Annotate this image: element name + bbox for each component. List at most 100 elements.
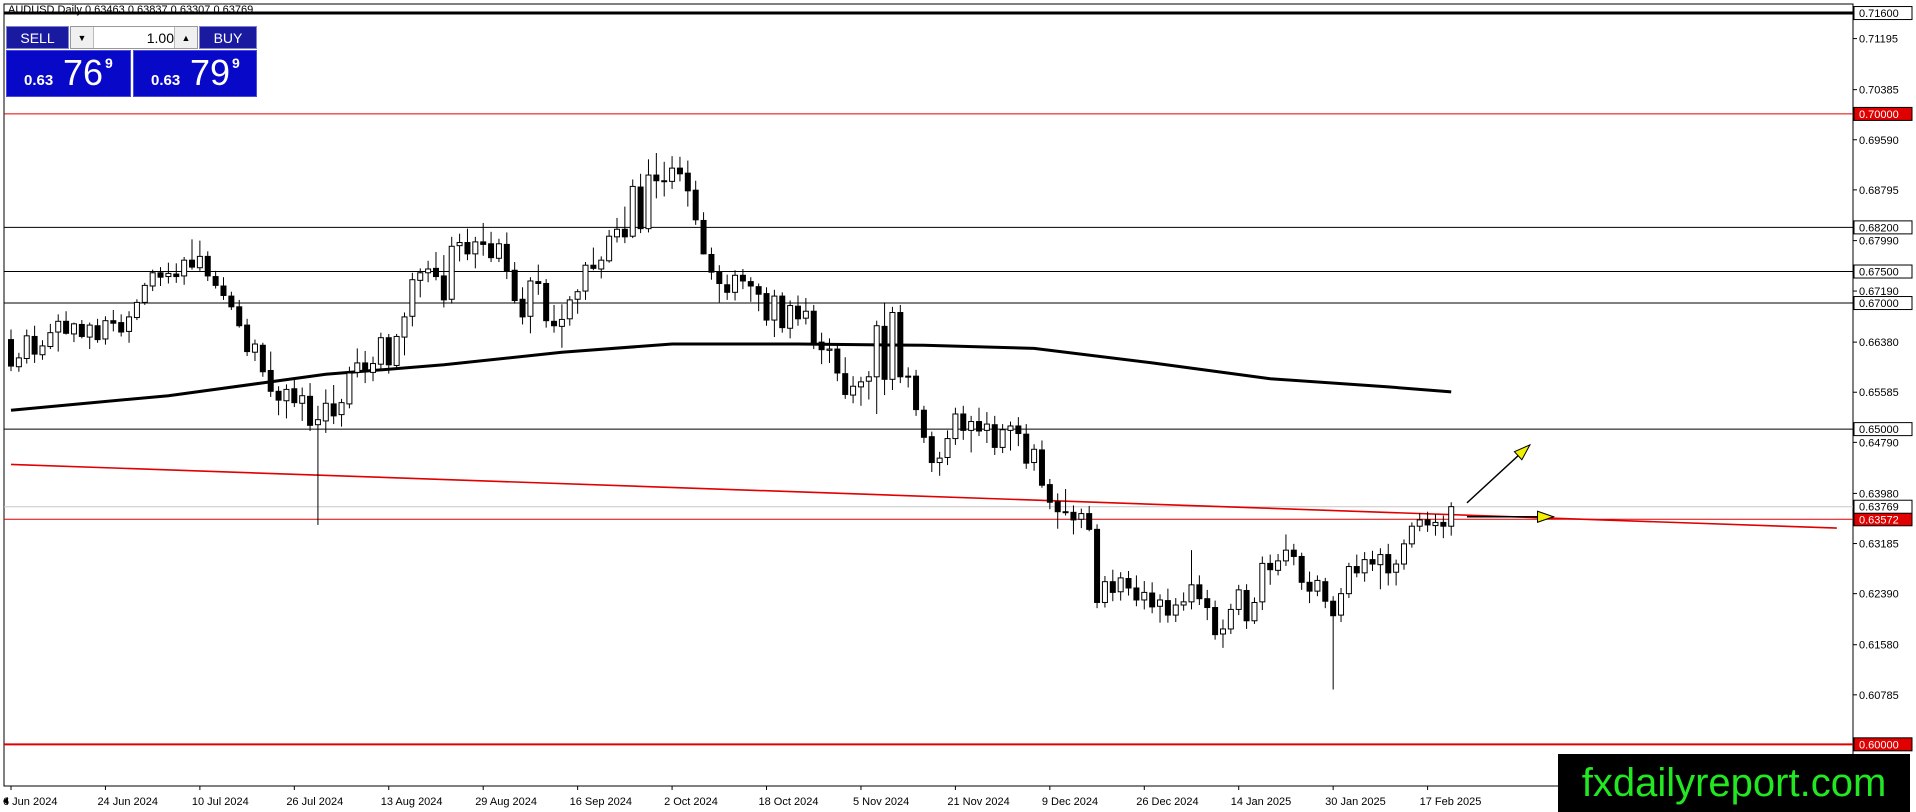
sell-price-display[interactable]: 0.63 76 9 — [6, 50, 131, 97]
candle-body — [488, 243, 495, 259]
candle — [165, 262, 172, 284]
candle-body — [999, 429, 1006, 448]
candle — [779, 292, 786, 333]
level-label: 0.63572 — [1859, 514, 1899, 526]
candle-body — [1054, 501, 1061, 513]
candle-body — [857, 381, 864, 388]
buy-button[interactable]: BUY — [199, 26, 257, 49]
candle-body — [873, 325, 880, 378]
y-tick-label: 0.67990 — [1859, 236, 1899, 248]
candle-body — [1424, 519, 1431, 526]
watermark-logo: fxdailyreport.com — [1558, 754, 1910, 812]
trendline-layer — [10, 463, 1837, 529]
candle — [322, 389, 329, 433]
candle — [102, 316, 109, 345]
candle-body — [362, 362, 369, 373]
candle — [1180, 592, 1187, 611]
candle-body — [755, 286, 762, 295]
candle-body — [834, 348, 841, 374]
candle-body — [330, 403, 337, 417]
lot-size-input[interactable] — [94, 28, 178, 47]
candle — [118, 314, 125, 337]
candle-body — [787, 305, 794, 329]
candle — [842, 357, 849, 399]
candle-body — [613, 228, 620, 238]
lot-increase-icon[interactable]: ▲ — [174, 27, 197, 48]
candle — [669, 156, 676, 189]
candle-body — [1031, 448, 1038, 464]
candle-body — [1393, 563, 1400, 573]
candle — [1219, 619, 1226, 648]
candle — [913, 369, 920, 416]
level-label: 0.65000 — [1859, 424, 1899, 436]
candle-body — [1219, 628, 1226, 635]
candle — [1353, 554, 1360, 578]
candle — [590, 247, 597, 271]
candle-body — [1007, 425, 1014, 431]
candle-body — [31, 335, 38, 355]
candle — [1377, 548, 1384, 590]
candle — [732, 270, 739, 301]
x-tick-label: 16 Sep 2024 — [570, 796, 632, 808]
candle — [889, 306, 896, 391]
candle — [189, 239, 196, 270]
sell-button[interactable]: SELL — [6, 26, 69, 49]
lot-decrease-icon[interactable]: ▼ — [71, 27, 94, 48]
candle-body — [503, 243, 510, 272]
candle — [1408, 522, 1415, 548]
candle-body — [448, 245, 455, 300]
candle — [55, 314, 62, 352]
candle-body — [818, 341, 825, 351]
candle — [1038, 440, 1045, 488]
candle-body — [1125, 578, 1132, 589]
candle-body — [472, 241, 479, 255]
candle-body — [865, 376, 872, 382]
candle — [1141, 581, 1148, 610]
candle-body — [598, 259, 605, 270]
y-tick-label: 0.63980 — [1859, 488, 1899, 500]
y-tick-label: 0.65585 — [1859, 387, 1899, 399]
candle — [346, 366, 353, 409]
candle-body — [432, 267, 439, 278]
candle-body — [1157, 599, 1164, 607]
candle-body — [425, 268, 432, 274]
x-tick-label: 17 Feb 2025 — [1420, 796, 1482, 808]
candle — [1062, 489, 1069, 516]
candle — [519, 287, 526, 325]
candle-body — [1212, 607, 1219, 636]
candle — [141, 282, 148, 305]
price-chart[interactable]: 0.71600 0.71195 0.70385 0.69590 0.68795 0.679… — [0, 0, 1916, 812]
candle — [1109, 569, 1116, 602]
candle — [1259, 556, 1266, 611]
candle — [1330, 596, 1337, 690]
candle-body — [1086, 513, 1093, 530]
x-tick-label: 5 Nov 2024 — [853, 796, 909, 808]
candle-body — [1282, 549, 1289, 562]
candle-body — [1188, 584, 1195, 603]
candle — [149, 269, 156, 292]
candle-body — [842, 373, 849, 395]
candle — [566, 296, 573, 326]
candle — [661, 161, 668, 197]
candle-body — [1023, 433, 1030, 464]
sell-price-pips: 76 — [63, 52, 104, 93]
candle-body — [566, 299, 573, 320]
candle-body — [55, 320, 62, 333]
candle-body — [220, 285, 227, 296]
candle — [629, 179, 636, 239]
candle — [551, 304, 558, 333]
buy-price-display[interactable]: 0.63 79 9 — [133, 50, 257, 97]
x-tick-label: 6 Jun 2024 — [3, 796, 57, 808]
candle-body — [944, 438, 951, 458]
candle-body — [47, 332, 54, 348]
candle — [1448, 502, 1455, 536]
lot-size-control: ▼ ▲ — [70, 26, 198, 49]
candle — [220, 277, 227, 300]
y-tick-label: 0.63185 — [1859, 539, 1899, 551]
candle-body — [236, 306, 243, 327]
candle — [944, 430, 951, 466]
candle-body — [543, 282, 550, 322]
candle — [787, 300, 794, 339]
candle — [110, 309, 117, 332]
candle — [857, 376, 864, 406]
